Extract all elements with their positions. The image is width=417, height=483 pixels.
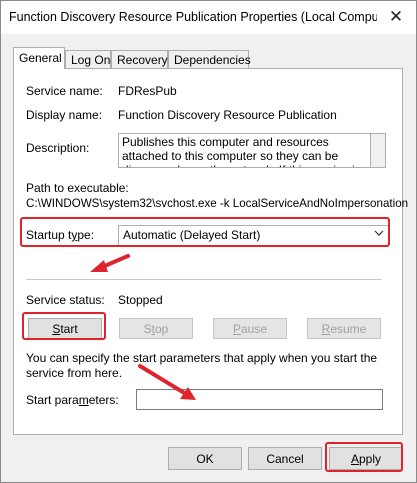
service-name-label: Service name: — [26, 84, 103, 98]
description-scrollbar[interactable] — [371, 133, 386, 168]
start-params-input[interactable] — [136, 389, 383, 410]
display-name-value: Function Discovery Resource Publication — [118, 108, 337, 122]
ok-button[interactable]: OK — [168, 447, 242, 470]
tab-recovery[interactable]: Recovery — [111, 50, 168, 69]
description-text: Publishes this computer and resources at… — [122, 135, 361, 167]
separator — [26, 279, 381, 280]
close-icon[interactable]: ✕ — [382, 5, 410, 29]
window-title: Function Discovery Resource Publication … — [9, 10, 377, 24]
description-textbox[interactable]: Publishes this computer and resources at… — [118, 133, 371, 168]
start-button-highlight — [22, 312, 106, 340]
pause-button[interactable]: Pause — [213, 318, 287, 339]
apply-button-highlight — [325, 442, 403, 472]
path-label: Path to executable: — [26, 181, 129, 195]
cancel-button[interactable]: Cancel — [248, 447, 322, 470]
startup-type-highlight — [20, 217, 390, 247]
service-status-label: Service status: — [26, 293, 105, 307]
stop-button[interactable]: St op — [119, 318, 193, 339]
start-params-label: Start parameters: — [26, 393, 119, 407]
service-name-value: FDResPub — [118, 84, 177, 98]
service-status-value: Stopped — [118, 293, 163, 307]
display-name-label: Display name: — [26, 108, 103, 122]
resume-button[interactable]: Resume — [307, 318, 381, 339]
tab-general[interactable]: General — [13, 47, 65, 69]
tab-dependencies[interactable]: Dependencies — [168, 50, 251, 69]
start-params-info: You can specify the start parameters tha… — [26, 351, 378, 380]
general-panel: Service name: FDResPub Display name: Fun… — [13, 68, 408, 435]
description-label: Description: — [26, 141, 90, 155]
tab-log-on[interactable]: Log On — [65, 50, 111, 69]
title-bar: Function Discovery Resource Publication … — [1, 1, 416, 34]
path-value: C:\WINDOWS\system32\svchost.exe -k Local… — [26, 197, 409, 210]
